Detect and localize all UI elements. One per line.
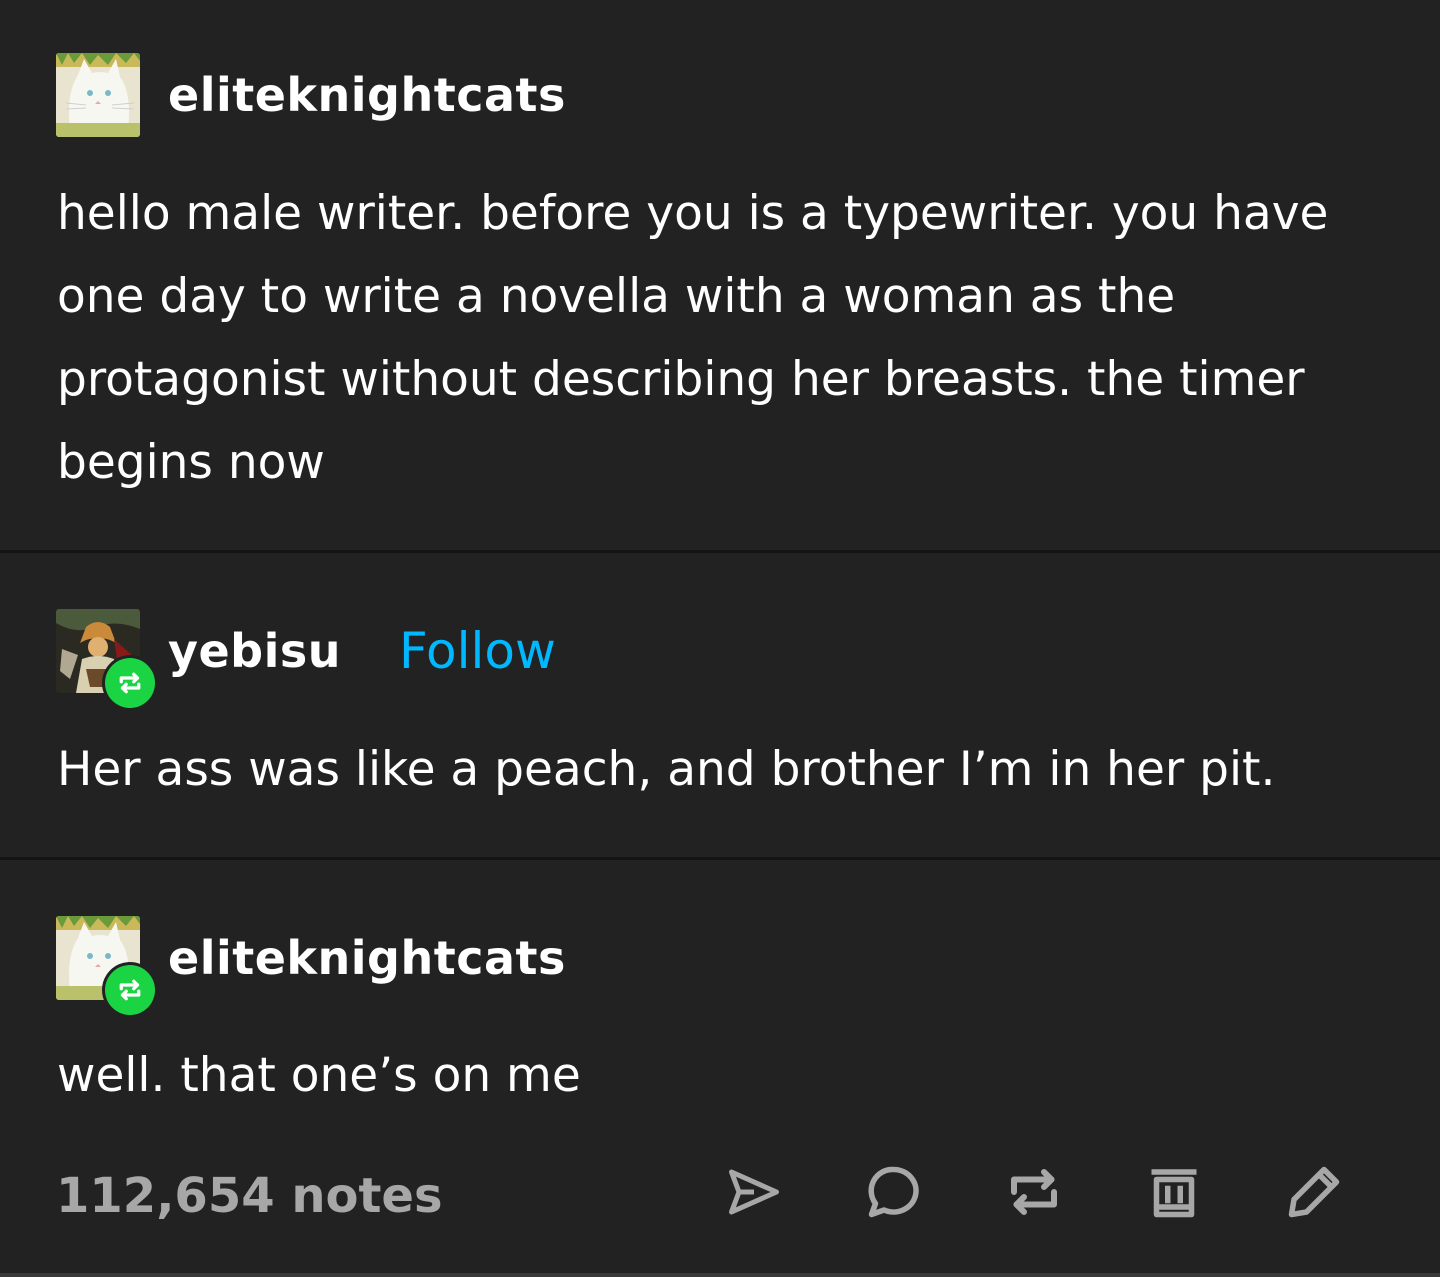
edit-button[interactable]	[1282, 1160, 1346, 1224]
post-original: eliteknightcats hello male writer. befor…	[0, 0, 1440, 550]
reblog-badge	[102, 655, 158, 711]
post-body-text: well. that one’s on me	[57, 1048, 581, 1103]
share-icon	[729, 1169, 779, 1215]
comment-icon	[868, 1166, 919, 1218]
avatar[interactable]	[56, 609, 158, 711]
share-button[interactable]	[722, 1160, 786, 1224]
post-username[interactable]: yebisu	[168, 628, 341, 674]
reblog-icon	[1011, 1169, 1057, 1215]
reblog-icon	[119, 672, 141, 694]
notes-count[interactable]: 112,654 notes	[56, 1168, 443, 1224]
post-body-text: hello male writer. before you is a typew…	[57, 186, 1329, 490]
post-username[interactable]: eliteknightcats	[168, 72, 566, 118]
avatar[interactable]	[56, 916, 158, 1018]
post-header: eliteknightcats	[56, 53, 566, 137]
delete-button[interactable]	[1142, 1160, 1206, 1224]
post-username[interactable]: eliteknightcats	[168, 935, 566, 981]
comment-button[interactable]	[862, 1160, 926, 1224]
post-reblog-yebisu: yebisu Follow Her ass was like a peach, …	[0, 553, 1440, 857]
post-header: yebisu Follow	[56, 609, 556, 711]
reblog-icon	[119, 979, 141, 1001]
delete-icon	[1151, 1169, 1197, 1218]
post-footer: 112,654 notes	[0, 1150, 1440, 1240]
reblog-button[interactable]	[1002, 1160, 1066, 1224]
avatar[interactable]	[56, 53, 140, 137]
post-body-text: Her ass was like a peach, and brother I’…	[57, 742, 1276, 797]
reblog-badge	[102, 962, 158, 1018]
follow-button[interactable]: Follow	[399, 626, 556, 676]
edit-icon	[1288, 1166, 1340, 1218]
post-header: eliteknightcats	[56, 916, 566, 1018]
white-cat-avatar-icon	[56, 53, 140, 137]
bottom-border	[0, 1273, 1440, 1277]
